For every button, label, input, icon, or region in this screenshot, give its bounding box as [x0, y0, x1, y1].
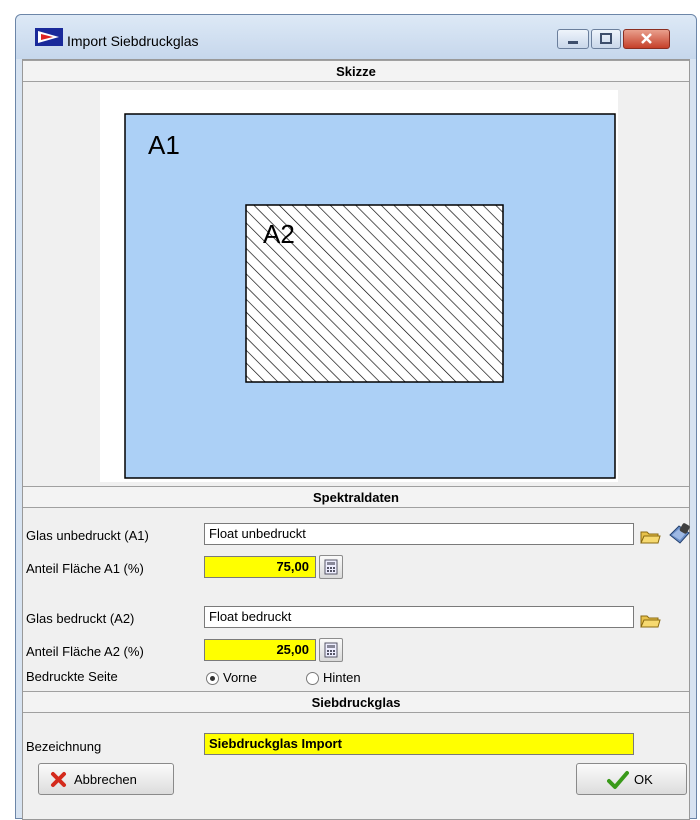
printed-side-label: Bedruckte Seite	[26, 669, 118, 684]
side-back-radio[interactable]	[306, 672, 319, 685]
minimize-button[interactable]	[557, 29, 589, 49]
open-folder-button[interactable]	[639, 525, 661, 547]
area-a2-label: Anteil Fläche A2 (%)	[26, 644, 144, 659]
side-back-label[interactable]: Hinten	[323, 670, 361, 685]
cancel-button[interactable]: Abbrechen	[38, 763, 174, 795]
glass-unprinted-field[interactable]: Float unbedruckt	[204, 523, 634, 545]
cancel-x-icon	[51, 772, 66, 787]
maximize-icon	[600, 33, 612, 44]
close-icon	[641, 33, 652, 44]
database-button[interactable]	[667, 521, 693, 547]
folder-icon	[640, 615, 661, 628]
folder-icon	[640, 531, 661, 544]
label-a2: A2	[263, 219, 295, 249]
side-front-label[interactable]: Vorne	[223, 670, 257, 685]
label-a1: A1	[148, 130, 180, 160]
calculator-icon	[324, 642, 338, 658]
window-title: Import Siebdruckglas	[67, 33, 199, 49]
sketch-canvas: A1 A2	[100, 90, 618, 482]
name-field[interactable]: Siebdruckglas Import	[204, 733, 634, 755]
ok-button[interactable]: OK	[576, 763, 687, 795]
calculator-a1-button[interactable]	[319, 555, 343, 579]
side-front-radio[interactable]	[206, 672, 219, 685]
checkmark-icon	[607, 771, 629, 789]
name-label: Bezeichnung	[26, 739, 102, 754]
database-import-icon	[669, 523, 690, 544]
minimize-icon	[568, 41, 578, 44]
ok-button-label: OK	[634, 772, 653, 787]
area-a1-field[interactable]: 75,00	[204, 556, 316, 578]
dialog-body: Skizze A1 A2 Spektraldaten Glas unbedruc…	[22, 59, 690, 820]
sketch-section-header: Skizze	[23, 60, 689, 82]
app-logo-icon	[35, 28, 63, 46]
screenprint-section-header: Siebdruckglas	[23, 691, 689, 713]
title-bar[interactable]: Import Siebdruckglas	[16, 15, 696, 59]
calculator-a2-button[interactable]	[319, 638, 343, 662]
sketch-drawing: A1 A2	[124, 113, 616, 479]
cancel-button-label: Abbrechen	[74, 772, 137, 787]
area-a1-label: Anteil Fläche A1 (%)	[26, 561, 144, 576]
area-a2-field[interactable]: 25,00	[204, 639, 316, 661]
close-button[interactable]	[623, 29, 670, 49]
maximize-button[interactable]	[591, 29, 621, 49]
glass-unprinted-label: Glas unbedruckt (A1)	[26, 528, 149, 543]
spectral-section-header: Spektraldaten	[23, 486, 689, 508]
glass-printed-field[interactable]: Float bedruckt	[204, 606, 634, 628]
glass-printed-label: Glas bedruckt (A2)	[26, 611, 135, 626]
open-folder-a2-button[interactable]	[639, 609, 661, 631]
import-dialog: Import Siebdruckglas Skizze A1 A2 Spektr…	[15, 14, 697, 820]
calculator-icon	[324, 559, 338, 575]
